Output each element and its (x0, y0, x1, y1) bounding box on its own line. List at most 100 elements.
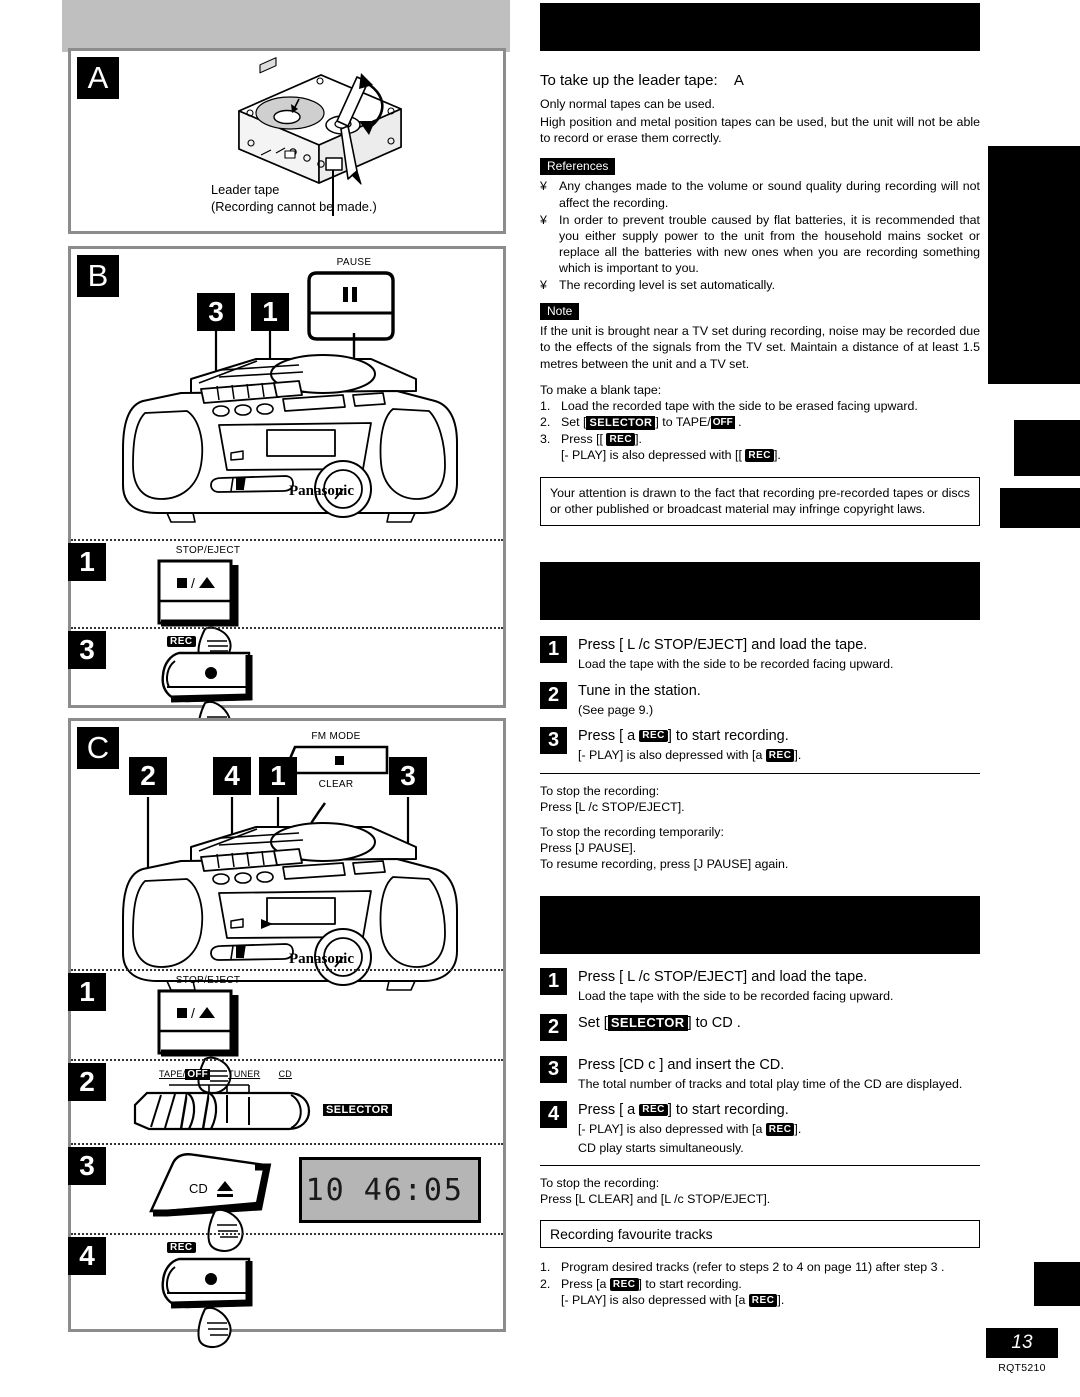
favourite-also: [- PLAY] is also depressed with [a REC]. (561, 1292, 980, 1308)
radio-step: 1 Press [ L /c STOP/EJECT] and load the … (540, 636, 980, 673)
step-number: 4 (540, 1101, 567, 1128)
radio-step: 3 Press [ a REC] to start recording. [- … (540, 727, 980, 764)
cd-step: 3 Press [CD c ] and insert the CD. The t… (540, 1055, 980, 1093)
reference-item-text: The recording level is set automatically… (559, 278, 776, 293)
step-main-text: Press [ a REC] to start recording. (578, 1101, 801, 1119)
blank-tape-item-post: ]. (635, 431, 642, 446)
edge-tab-marker-1 (988, 146, 1080, 384)
rec-badge-inline: REC (765, 749, 795, 763)
favourite-item: 1. Program desired tracks (refer to step… (540, 1259, 980, 1275)
cd-step: 2 Set [SELECTOR] to CD . (540, 1013, 980, 1041)
selector-badge-inline: SELECTOR (586, 415, 656, 431)
cd-eject-label: CD (189, 1181, 208, 1196)
cd-step: 4 Press [ a REC] to start recording. [- … (540, 1101, 980, 1156)
step-main-post: ] to start recording. (667, 1102, 789, 1118)
gray-header-band (62, 0, 510, 52)
blank-tape-item-pre: Press [[ (561, 431, 607, 446)
page-number: 13 (986, 1328, 1058, 1358)
reference-item-text: In order to prevent trouble caused by fl… (559, 212, 980, 275)
selector-slider-icon (133, 1084, 311, 1131)
step-main-post: ] to start recording. (667, 728, 789, 744)
list-number: 3. (540, 431, 551, 446)
leader-tape-heading: To take up the leader tape: A (540, 72, 980, 89)
favourite-item-post: ] to start recording. (638, 1276, 742, 1291)
step-number: 3 (540, 727, 567, 754)
leader-tape-heading-text: To take up the leader tape: (540, 72, 718, 89)
cd-stop-title: To stop the recording: (540, 1175, 660, 1190)
divider-rule (540, 1164, 980, 1166)
rec-badge-inline: REC (609, 1277, 639, 1291)
step-tile-c-3: 3 (68, 1147, 106, 1185)
step-main-text: Tune in the station. (578, 682, 701, 699)
step-main-pre: Press [ a (578, 728, 640, 744)
favourite-item-pre: Press [a (561, 1276, 610, 1291)
edge-tab-marker-2 (1014, 420, 1080, 476)
blank-tape-item-mid: ] to TAPE/ (655, 415, 711, 430)
step-sub-pre: [- PLAY] is also depressed with [a (578, 748, 766, 763)
rec-badge-inline: REC (765, 1123, 795, 1137)
step-sub-text: The total number of tracks and total pla… (578, 1076, 963, 1091)
bullet-icon: ¥ (540, 278, 547, 293)
svg-text:/: / (191, 1005, 195, 1021)
cd-step: 1 Press [ L /c STOP/EJECT] and load the … (540, 968, 980, 1005)
step-main-text: Press [ a REC] to start recording. (578, 727, 801, 745)
blank-tape-item-text: Load the recorded tape with the side to … (561, 398, 918, 413)
stop-eject-label-c: STOP/EJECT (175, 975, 241, 986)
brand-label-c: Panasonic (289, 951, 354, 967)
selector-pos-off: OFF (185, 1069, 210, 1081)
reference-item: ¥ In order to prevent trouble caused by … (540, 212, 980, 277)
selector-badge: SELECTOR (323, 1103, 392, 1116)
rec-badge-inline: REC (745, 449, 774, 463)
step-number: 2 (540, 681, 567, 709)
section-header-bar-cd (540, 896, 980, 954)
step-sub-pre: [- PLAY] is also depressed with [a (578, 1122, 766, 1137)
favourite-tracks-heading: Recording favourite tracks (540, 1220, 980, 1249)
leader-tape-caption-line2: (Recording cannot be made.) (211, 199, 377, 215)
selector-pos-tape: TAPE/ (159, 1069, 186, 1079)
radio-pause-text: Press [J PAUSE]. (540, 840, 637, 855)
reference-item: ¥ Any changes made to the volume or soun… (540, 178, 980, 210)
step-sub-text-2: CD play starts simultaneously. (578, 1140, 744, 1155)
boombox-illustration-c: Panasonic (122, 797, 458, 991)
step-tile-c-2: 2 (68, 1063, 106, 1101)
also-post: ]. (777, 1292, 785, 1307)
also-pre: [- PLAY] is also depressed with [a (561, 1292, 749, 1307)
rec-badge-inline: REC (748, 1294, 778, 1308)
lcd-track-count: 10 (305, 1172, 346, 1208)
step-tile-c-4: 4 (68, 1237, 106, 1275)
also-pre: [- PLAY] is also depressed with [[ (561, 447, 746, 462)
figure-panel-a: A Leader tape (Recording cannot be made.… (68, 48, 506, 234)
figure-panel-c: C FM MODE CLEAR 2 4 1 3 Panasonic 1 STOP… (68, 718, 506, 1348)
step-sub-post: ]. (794, 748, 802, 763)
figures-column: A Leader tape (Recording cannot be made.… (0, 0, 530, 1397)
brand-label-b: Panasonic (289, 483, 354, 499)
leader-paragraph-1: Only normal tapes can be used. (540, 97, 715, 111)
leader-tape-caption-line1: Leader tape (211, 182, 280, 197)
favourite-item: 2. Press [a REC] to start recording. (540, 1276, 980, 1292)
svg-text:/: / (191, 575, 195, 591)
cd-display-lcd: 10 46:05 (299, 1157, 481, 1223)
leader-tape-heading-ref: A (733, 72, 744, 89)
note-text: If the unit is brought near a TV set dur… (540, 324, 980, 371)
step-main-post: ] to CD . (687, 1014, 741, 1031)
leader-paragraph-2: High position and metal position tapes c… (540, 115, 980, 146)
step-number: 2 (540, 1013, 567, 1041)
blank-tape-item: 3. Press [[ REC]. (540, 431, 980, 447)
also-post: ]. (773, 447, 781, 462)
blank-tape-item: 1. Load the recorded tape with the side … (540, 398, 980, 414)
blank-tape-item-post: . (734, 415, 742, 430)
stop-eject-label-b: STOP/EJECT (175, 545, 241, 556)
divider-rule (540, 772, 980, 774)
edge-tab-marker-3 (1000, 488, 1080, 528)
radio-step: 2 Tune in the station. (See page 9.) (540, 681, 980, 719)
pause-label: PAUSE (336, 257, 372, 268)
blank-tape-also: [- PLAY] is also depressed with [[ REC]. (561, 447, 980, 463)
reference-item-text: Any changes made to the volume or sound … (559, 179, 980, 210)
document-code: RQT5210 (998, 1362, 1046, 1374)
step-main-text: Press [ L /c STOP/EJECT] and load the ta… (578, 637, 868, 653)
boombox-illustration-b: Panasonic (122, 331, 458, 523)
rec-badge-b: REC (167, 636, 196, 648)
list-number: 2. (540, 1276, 551, 1291)
radio-resume-text: To resume recording, press [J PAUSE] aga… (540, 857, 789, 871)
step-number: 1 (540, 636, 567, 663)
